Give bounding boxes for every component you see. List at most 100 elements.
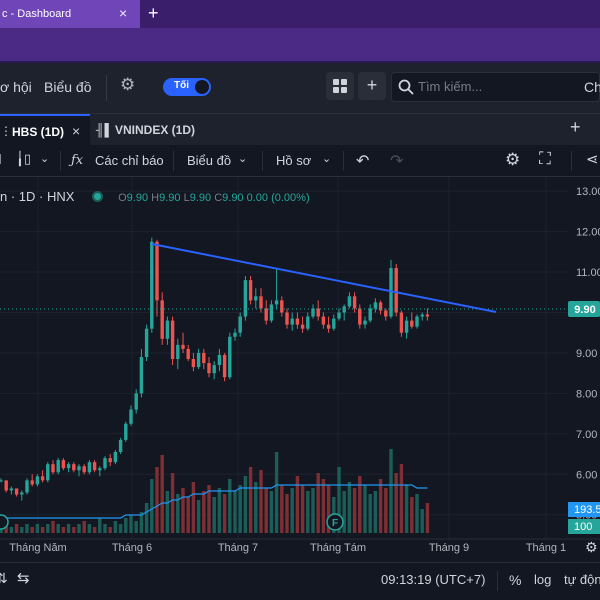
header-menu-cut[interactable]: Ch <box>584 79 600 95</box>
candle-body <box>191 359 196 368</box>
candle-body <box>144 328 149 357</box>
symbol-info[interactable]: n · 1D · HNX <box>0 189 74 204</box>
go-to-date-icon[interactable]: ⇆ <box>17 569 30 587</box>
indicators-button[interactable]: Các chỉ báo <box>95 153 164 168</box>
candle-body <box>404 320 409 333</box>
log-toggle[interactable]: log <box>534 572 551 587</box>
candle-body <box>290 318 294 325</box>
candle-body <box>394 268 398 313</box>
layout-grid-button[interactable] <box>326 72 354 100</box>
volume-bar <box>103 524 107 533</box>
volume-bar <box>285 494 289 533</box>
price-tick-label: 11.00 <box>576 267 600 279</box>
close-icon[interactable]: × <box>72 123 80 139</box>
volume-bar <box>46 524 50 533</box>
grid-icon <box>333 79 339 85</box>
volume-bar <box>155 467 159 533</box>
candle-body <box>410 320 414 327</box>
volume-bar <box>51 521 55 533</box>
undo-icon[interactable]: ↶ <box>356 151 369 171</box>
volume-bar <box>300 485 305 533</box>
candle-body <box>87 462 92 473</box>
candle-body <box>108 458 112 463</box>
date-range-icon[interactable]: ⇅ <box>0 570 8 587</box>
divider <box>173 151 174 171</box>
candle-body <box>264 308 268 321</box>
ohlc-key: O <box>118 192 127 204</box>
fullscreen-icon[interactable]: ⛶ <box>539 149 551 169</box>
chart-icon: ⋮ <box>0 124 12 138</box>
candle-body <box>248 280 253 301</box>
candle-body <box>160 300 164 339</box>
gear-icon[interactable]: ⚙ <box>120 75 135 95</box>
candle-body <box>51 464 55 473</box>
divider <box>106 75 107 101</box>
clock-timezone[interactable]: 09:13:19 (UTC+7) <box>381 572 485 587</box>
candle-type-icon[interactable]: ╽▯ <box>16 151 31 167</box>
function-icon[interactable]: ƒx <box>71 153 83 168</box>
volume-bar <box>425 503 430 533</box>
volume-bar <box>108 527 112 533</box>
candle-body <box>332 318 336 329</box>
search-input[interactable] <box>418 79 568 94</box>
candle-body <box>399 312 404 333</box>
volume-bar <box>134 521 138 533</box>
time-tick-label: Tháng 6 <box>112 542 152 554</box>
candle-body <box>30 480 34 485</box>
interval-icon[interactable]: ‖ <box>0 151 2 167</box>
settings-icon[interactable]: ⚙ <box>505 150 520 170</box>
candle-body <box>14 488 19 495</box>
candle-body <box>243 280 248 317</box>
ohlc-value: 9.90 <box>159 192 181 204</box>
price-chart[interactable]: 13.0012.0011.0010.009.008.007.006.005.00… <box>0 177 600 562</box>
candle-body <box>363 320 367 325</box>
candle-body <box>222 354 227 378</box>
volume-bar <box>20 527 24 533</box>
browser-tab-title: c - Dashboard <box>2 8 72 20</box>
divider <box>60 151 61 171</box>
theme-toggle[interactable]: Tối <box>163 78 211 96</box>
volume-bar <box>212 497 216 533</box>
chevron-down-icon[interactable]: ⌄ <box>238 152 247 165</box>
percent-toggle[interactable]: % <box>509 572 521 588</box>
candle-body <box>300 324 305 329</box>
candle-body <box>311 308 315 317</box>
candle-body <box>280 300 284 313</box>
candle-body <box>181 344 185 349</box>
profile-button[interactable]: Hồ sơ <box>276 153 311 168</box>
tab-hbs[interactable]: ⋮ HBS (1D) × <box>0 114 90 146</box>
volume-bar <box>118 524 123 533</box>
search-box[interactable] <box>391 72 600 102</box>
volume-bar <box>399 464 404 533</box>
browser-tab-strip: c - Dashboard × + <box>0 0 600 28</box>
chevron-down-icon[interactable]: ⌄ <box>40 152 49 165</box>
share-icon[interactable]: ⋖ <box>586 150 599 168</box>
candle-body <box>420 314 424 317</box>
nav-charts[interactable]: Biểu đồ <box>44 79 91 95</box>
candle-body <box>61 460 66 469</box>
add-button[interactable]: + <box>358 72 386 100</box>
volume-bar <box>150 479 154 533</box>
close-icon[interactable]: × <box>119 5 127 21</box>
browser-tab-dashboard[interactable]: c - Dashboard × <box>0 0 140 28</box>
candle-body <box>384 310 388 317</box>
chevron-down-icon[interactable]: ⌄ <box>322 152 331 165</box>
volume-bar <box>191 482 196 533</box>
tab-vnindex[interactable]: VNINDEX (1D) <box>115 123 195 137</box>
add-tab-icon[interactable]: + <box>570 117 581 138</box>
volume-bar <box>92 527 97 533</box>
tab-label: HBS (1D) <box>12 125 65 139</box>
candle-body <box>306 316 310 329</box>
divider <box>571 151 572 171</box>
redo-icon[interactable]: ↷ <box>390 151 403 171</box>
candle-body <box>35 476 40 485</box>
candle-body <box>254 296 258 301</box>
ohlc-key: H <box>151 192 160 204</box>
candle-body <box>4 480 8 491</box>
auto-scale-toggle[interactable]: tự độn <box>564 572 600 587</box>
candle-body <box>82 466 86 473</box>
chart-type-button[interactable]: Biểu đồ <box>187 153 231 168</box>
new-tab-icon[interactable]: + <box>148 3 159 24</box>
nav-opportunities[interactable]: ơ hội <box>0 79 32 95</box>
candle-body <box>295 318 300 325</box>
